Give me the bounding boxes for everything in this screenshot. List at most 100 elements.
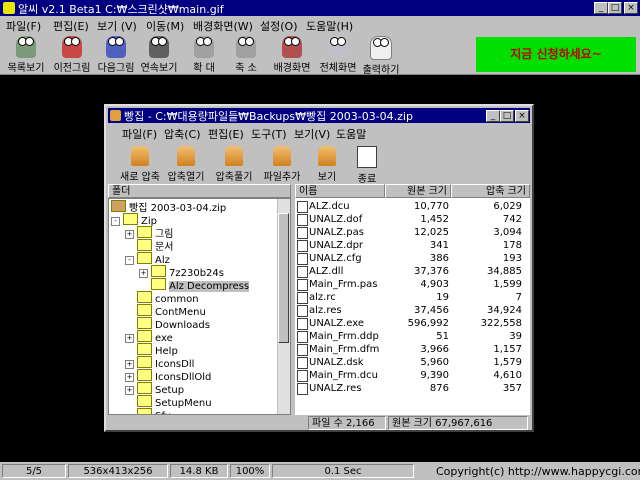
tree-node[interactable]: + 그림 xyxy=(125,226,173,240)
collapse-icon[interactable]: - xyxy=(111,217,120,226)
extract-button[interactable]: 압축풀기 xyxy=(212,146,256,183)
menu-file[interactable]: 파일(F) xyxy=(6,18,41,34)
file-row[interactable]: alz.rc 19 7 xyxy=(295,291,530,304)
archive-menu-view[interactable]: 보기(V) xyxy=(294,126,330,142)
file-icon xyxy=(297,331,308,343)
previous-image-button[interactable]: 이전그림 xyxy=(50,34,94,74)
tree-node[interactable]: + Setup xyxy=(125,382,184,396)
tree-node[interactable]: 빵집 2003-03-04.zip xyxy=(111,200,226,214)
tree-node[interactable]: - Alz xyxy=(125,252,170,266)
tree-node[interactable]: - Zip xyxy=(111,213,157,227)
tree-node[interactable]: Downloads xyxy=(125,317,210,331)
expand-icon[interactable]: + xyxy=(139,269,148,278)
set-wallpaper-button[interactable]: 배경화면 xyxy=(270,34,314,74)
file-row[interactable]: UNALZ.dsk 5,960 1,579 xyxy=(295,356,530,369)
add-file-button[interactable]: 파일추가 xyxy=(260,146,304,183)
file-original-size: 1,452 xyxy=(420,214,449,225)
archive-menu-compress[interactable]: 압축(C) xyxy=(164,126,201,142)
archive-menu-help[interactable]: 도움말 xyxy=(336,126,366,142)
menu-edit[interactable]: 편집(E) xyxy=(53,18,89,34)
collapse-icon[interactable]: - xyxy=(125,256,134,265)
file-row[interactable]: Main_Frm.pas 4,903 1,599 xyxy=(295,278,530,291)
file-icon xyxy=(297,279,308,291)
file-row[interactable]: alz.res 37,456 34,924 xyxy=(295,304,530,317)
tree-node[interactable]: SetupMenu xyxy=(125,395,212,409)
view-button[interactable]: 보기 xyxy=(312,146,342,183)
new-archive-button[interactable]: 새로 압축 xyxy=(118,146,162,183)
expand-icon[interactable]: + xyxy=(125,386,134,395)
tree-node[interactable]: + exe xyxy=(125,330,173,344)
next-image-button[interactable]: 다음그림 xyxy=(96,34,136,74)
tree-node[interactable]: Help xyxy=(125,343,178,357)
folder-tree[interactable]: 빵집 2003-03-04.zip - Zip + 그림 문서 - Alz +7z230b24s… xyxy=(108,198,291,415)
tree-node[interactable]: Alz Decompress xyxy=(139,278,250,292)
file-row[interactable]: UNALZ.dpr 341 178 xyxy=(295,239,530,252)
file-row[interactable]: Main_Frm.ddp 51 39 xyxy=(295,330,530,343)
open-archive-button[interactable]: 압축열기 xyxy=(164,146,208,183)
tree-node[interactable]: ContMenu xyxy=(125,304,206,318)
minimize-button[interactable]: _ xyxy=(594,2,608,14)
archive-title-bar[interactable]: 빵집 - C:₩대용량파일들₩Backups₩빵집 2003-03-04.zip… xyxy=(108,108,530,123)
tree-scrollbar[interactable] xyxy=(277,199,290,414)
archive-minimize-button[interactable]: _ xyxy=(486,110,500,122)
slideshow-button[interactable]: 연속보기 xyxy=(138,34,180,74)
file-compressed-size: 34,924 xyxy=(487,305,522,316)
zoom-out-button[interactable]: 축 소 xyxy=(226,34,266,74)
tree-node[interactable]: +7z230b24s xyxy=(139,265,224,279)
file-row[interactable]: UNALZ.cfg 386 193 xyxy=(295,252,530,265)
file-original-size: 9,390 xyxy=(420,370,449,381)
archive-maximize-button[interactable]: □ xyxy=(500,110,514,122)
scrollbar-thumb[interactable] xyxy=(278,213,289,343)
menu-settings[interactable]: 설정(O) xyxy=(260,18,297,34)
file-compressed-size: 3,094 xyxy=(493,227,522,238)
zoom-in-button[interactable]: 확 대 xyxy=(184,34,224,74)
file-name: UNALZ.dpr xyxy=(309,240,364,251)
expand-icon[interactable]: + xyxy=(125,360,134,369)
file-row[interactable]: Main_Frm.dcu 9,390 4,610 xyxy=(295,369,530,382)
tree-node[interactable]: common xyxy=(125,291,199,305)
list-view-button[interactable]: 목록보기 xyxy=(4,34,48,74)
close-button[interactable]: × xyxy=(624,2,638,14)
file-row[interactable]: Main_Frm.dfm 3,966 1,157 xyxy=(295,343,530,356)
app-title-bar[interactable]: 알씨 v2.1 Beta1 C:₩스크린샷₩main.gif _ □ × xyxy=(0,0,640,16)
menu-move[interactable]: 이동(M) xyxy=(146,18,184,34)
tree-node[interactable]: 문서 xyxy=(125,239,173,253)
exit-button[interactable]: 종료 xyxy=(352,146,382,185)
file-name: alz.rc xyxy=(309,292,336,303)
print-button[interactable]: 출력하기 xyxy=(360,34,402,76)
file-row[interactable]: UNALZ.dof 1,452 742 xyxy=(295,213,530,226)
folder-icon xyxy=(137,382,152,394)
expand-icon[interactable]: + xyxy=(125,230,134,239)
folder-icon xyxy=(151,278,166,290)
file-row[interactable]: UNALZ.res 876 357 xyxy=(295,382,530,395)
tree-node[interactable]: + IconsDllOld xyxy=(125,369,211,383)
archive-menu-edit[interactable]: 편집(E) xyxy=(208,126,244,142)
expand-icon[interactable]: + xyxy=(125,373,134,382)
app-icon xyxy=(3,2,15,14)
column-compressed-size[interactable]: 압축 크기 xyxy=(451,184,530,198)
file-original-size: 51 xyxy=(436,331,449,342)
signup-banner[interactable]: 지금 신청하세요~ xyxy=(476,37,636,72)
archive-menu-tools[interactable]: 도구(T) xyxy=(251,126,287,142)
file-row[interactable]: ALZ.dcu 10,770 6,029 xyxy=(295,200,530,213)
menu-wallpaper[interactable]: 배경화면(W) xyxy=(193,18,253,34)
file-icon xyxy=(297,383,308,395)
menu-help[interactable]: 도움말(H) xyxy=(306,18,353,34)
file-row[interactable]: UNALZ.pas 12,025 3,094 xyxy=(295,226,530,239)
previous-image-icon xyxy=(62,36,82,58)
archive-menu-file[interactable]: 파일(F) xyxy=(122,126,157,142)
file-original-size: 596,992 xyxy=(407,318,449,329)
tree-node[interactable]: Sfx xyxy=(125,408,171,414)
column-name[interactable]: 이름 xyxy=(295,184,385,198)
tree-node[interactable]: + IconsDll xyxy=(125,356,194,370)
fullscreen-button[interactable]: 전체화면 xyxy=(316,34,360,74)
file-compressed-size: 322,558 xyxy=(480,318,522,329)
archive-close-button[interactable]: × xyxy=(515,110,529,122)
menu-view[interactable]: 보기 (V) xyxy=(97,18,137,34)
zip-file-icon xyxy=(111,200,126,212)
maximize-button[interactable]: □ xyxy=(608,2,622,14)
file-row[interactable]: ALZ.dll 37,376 34,885 xyxy=(295,265,530,278)
file-row[interactable]: UNALZ.exe 596,992 322,558 xyxy=(295,317,530,330)
column-original-size[interactable]: 원본 크기 xyxy=(385,184,451,198)
expand-icon[interactable]: + xyxy=(125,334,134,343)
